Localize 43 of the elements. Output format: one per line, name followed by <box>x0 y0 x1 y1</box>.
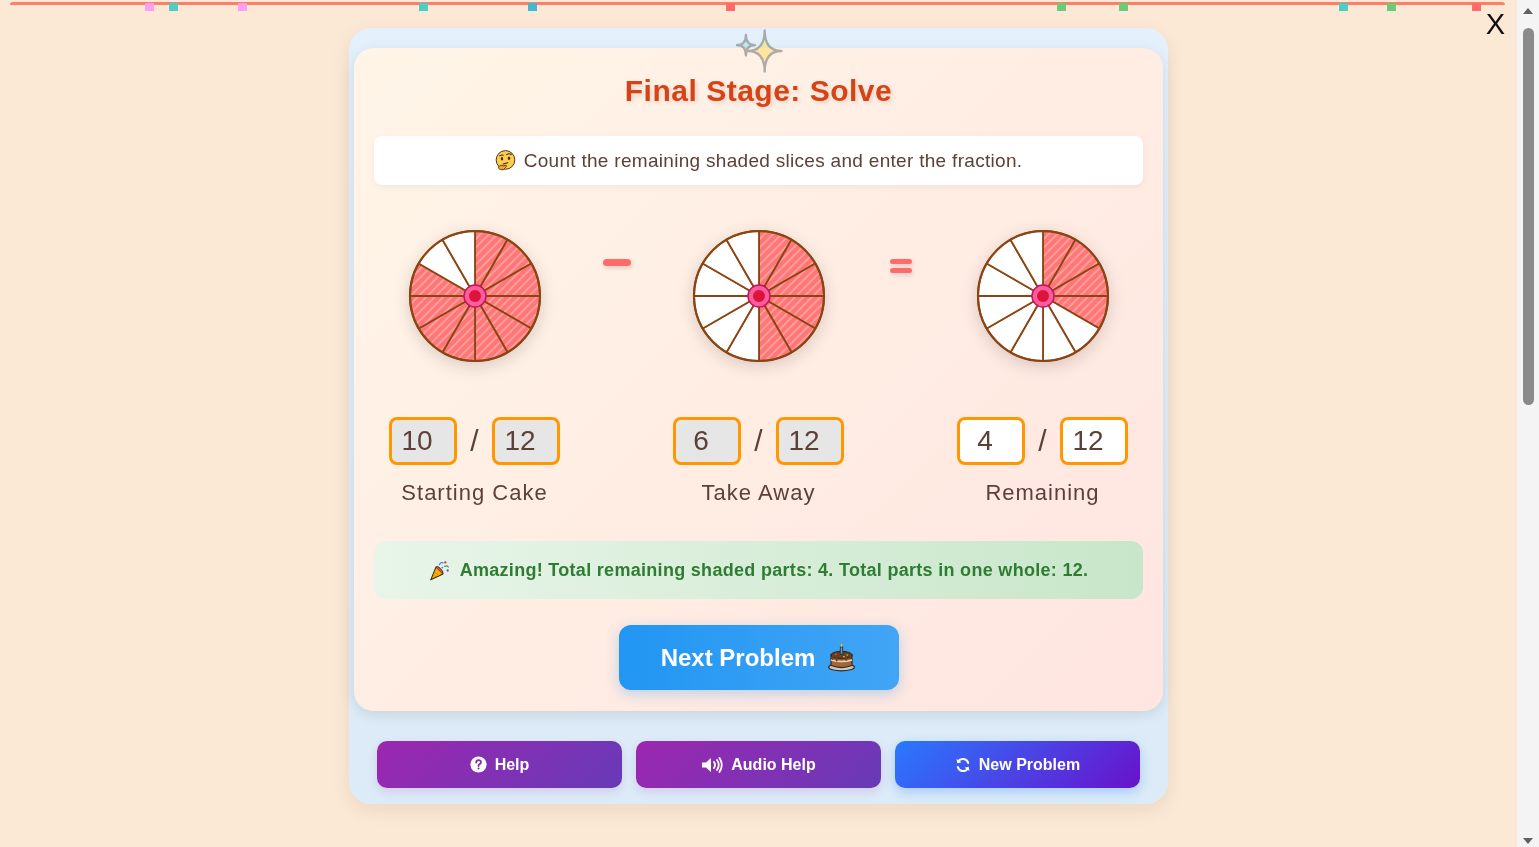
confetti-piece <box>1387 3 1396 11</box>
fraction-label: Remaining <box>985 479 1100 507</box>
confetti-piece <box>528 3 537 11</box>
confetti-piece <box>1339 3 1348 11</box>
thinking-face-icon <box>494 150 516 171</box>
denominator-field[interactable]: 12 <box>776 417 844 465</box>
close-button[interactable]: X <box>1483 8 1507 40</box>
scroll-down-arrow-icon[interactable] <box>1523 838 1533 844</box>
speaker-icon <box>701 756 724 773</box>
question-circle-icon <box>469 756 487 773</box>
confetti-piece <box>1472 3 1481 11</box>
fraction-slash: / <box>1037 423 1048 459</box>
confetti-piece <box>726 3 735 11</box>
scrollbar-track[interactable] <box>1517 0 1539 847</box>
fraction-label: Starting Cake <box>401 479 548 507</box>
minus-icon <box>601 258 632 267</box>
confetti-piece <box>169 3 178 11</box>
party-popper-icon <box>428 559 450 581</box>
new-problem-button[interactable]: New Problem <box>895 741 1140 788</box>
fraction-slash: / <box>469 423 480 459</box>
denominator-field[interactable]: 12 <box>492 417 560 465</box>
instruction-text: Count the remaining shaded slices and enter the fraction. <box>523 149 1023 172</box>
sparkle-icon <box>735 29 783 73</box>
denominator-field[interactable]: 12 <box>1060 417 1128 465</box>
fraction-label: Take Away <box>701 479 816 507</box>
confetti-piece <box>419 3 428 11</box>
numerator-field[interactable]: 10 <box>389 417 457 465</box>
fraction-slash: / <box>753 423 764 459</box>
confetti-piece <box>145 3 154 11</box>
audio-help-button[interactable]: Audio Help <box>636 741 881 788</box>
numerator-field[interactable]: 4 <box>957 417 1025 465</box>
scrollbar-thumb[interactable] <box>1522 28 1534 405</box>
scroll-up-arrow-icon[interactable] <box>1523 8 1533 14</box>
stage-title: Final Stage: Solve <box>624 75 893 107</box>
confetti-piece <box>1119 3 1128 11</box>
confetti-piece <box>1057 3 1066 11</box>
feedback-text: Amazing! Total remaining shaded parts: 4. Total parts in one whole: 12. <box>459 559 1089 582</box>
confetti-piece <box>238 3 247 11</box>
refresh-icon <box>954 756 971 773</box>
numerator-field[interactable]: 6 <box>673 417 741 465</box>
help-button[interactable]: Help <box>377 741 622 788</box>
equals-icon <box>888 258 913 274</box>
cake-icon <box>827 643 857 672</box>
